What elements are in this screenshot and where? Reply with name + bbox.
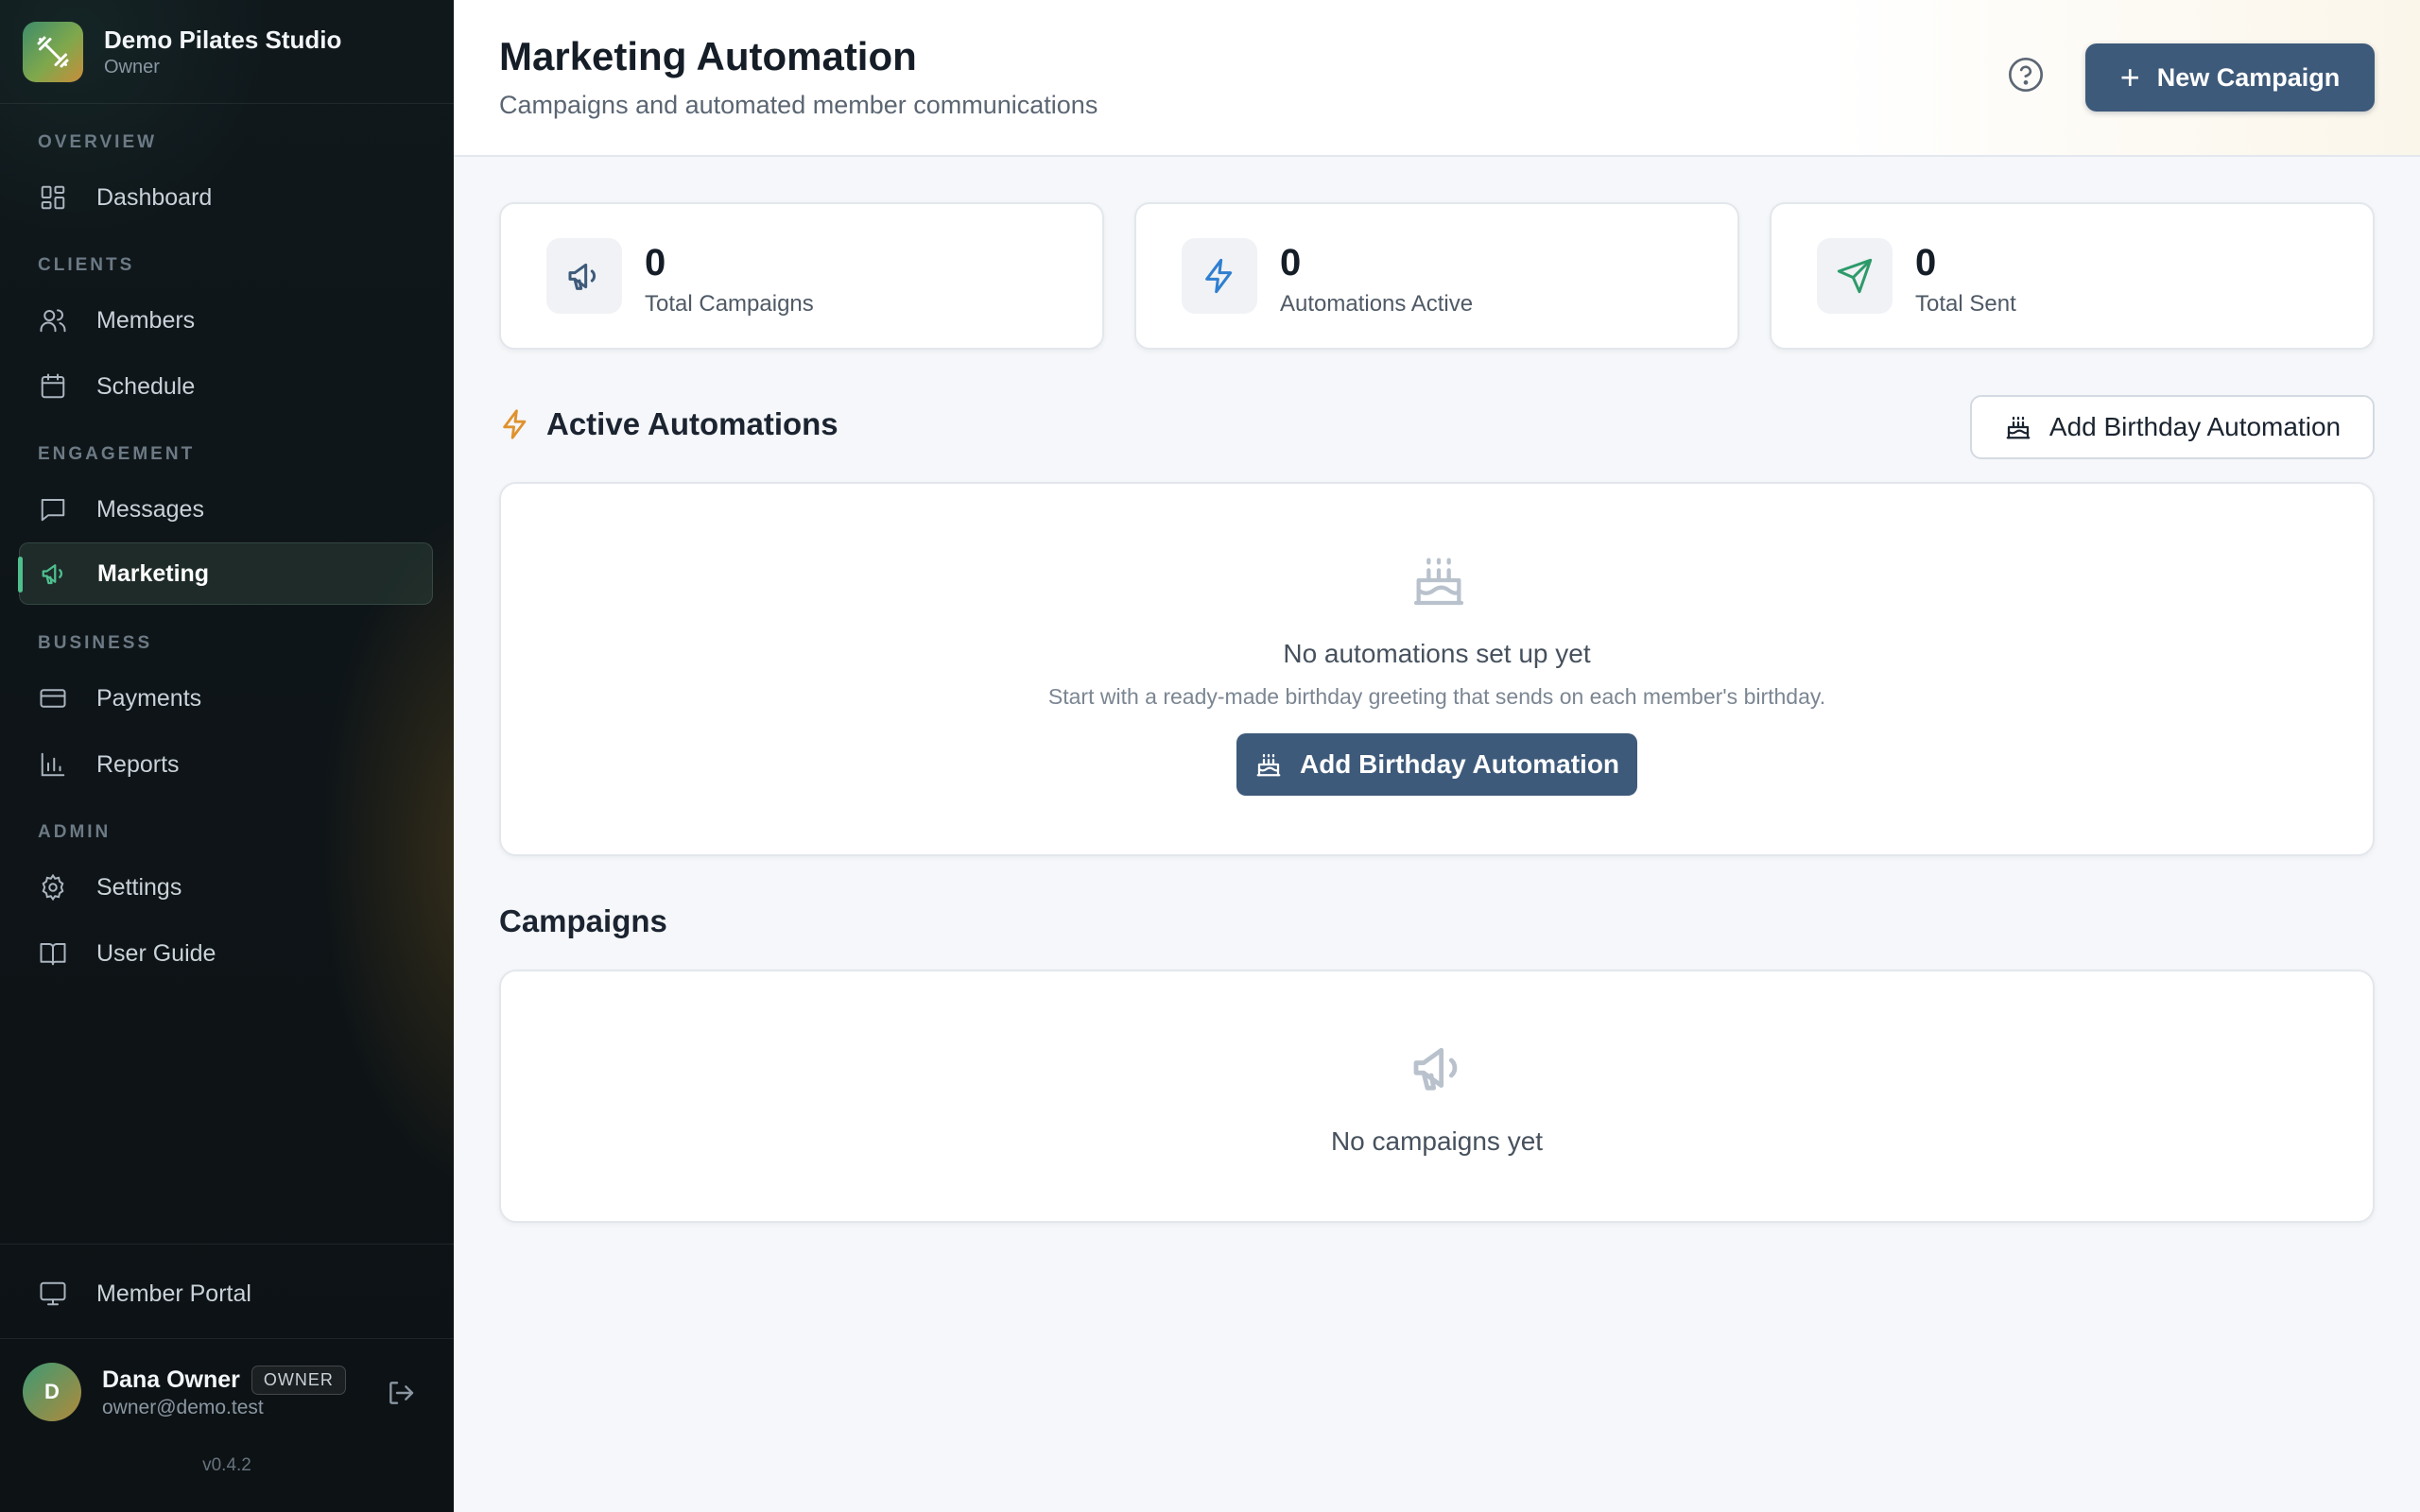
calendar-icon xyxy=(38,371,68,402)
section-admin: ADMIN xyxy=(38,822,112,842)
cake-icon xyxy=(1409,550,1469,610)
message-square-icon xyxy=(38,494,68,524)
megaphone-icon xyxy=(546,238,622,314)
credit-card-icon xyxy=(38,683,68,713)
brand-header[interactable]: Demo Pilates Studio Owner xyxy=(0,0,454,104)
button-label: Add Birthday Automation xyxy=(2048,412,2342,441)
user-profile[interactable]: D Dana Owner OWNER owner@demo.test xyxy=(23,1361,429,1423)
stat-label: Automations Active xyxy=(1280,291,1474,317)
nav-item-members[interactable]: Members xyxy=(19,289,433,352)
campaigns-header: Campaigns xyxy=(499,903,667,939)
studio-role: Owner xyxy=(104,56,160,77)
empty-title: No automations set up yet xyxy=(1283,639,1591,668)
cake-icon xyxy=(2004,413,2032,441)
role-badge: OWNER xyxy=(251,1365,346,1395)
help-icon xyxy=(2007,56,2045,98)
users-icon xyxy=(38,305,68,335)
section-title: Active Automations xyxy=(546,406,838,441)
stat-card-total-campaigns: 0 Total Campaigns xyxy=(499,202,1104,350)
lightning-icon xyxy=(1182,238,1257,314)
nav-label: Payments xyxy=(96,684,202,712)
page-header: Marketing Automation Campaigns and autom… xyxy=(454,0,2420,157)
nav-label: Members xyxy=(96,306,196,334)
campaigns-empty-panel: No campaigns yet xyxy=(499,970,2375,1223)
automations-header: Active Automations xyxy=(499,406,838,442)
stat-value: 0 xyxy=(645,242,666,284)
stat-label: Total Sent xyxy=(1915,291,2016,317)
page-subtitle: Campaigns and automated member communica… xyxy=(499,91,1098,119)
empty-title: No campaigns yet xyxy=(1330,1126,1544,1156)
section-clients: CLIENTS xyxy=(38,255,135,275)
dashboard-icon xyxy=(38,182,68,213)
section-title: Campaigns xyxy=(499,903,667,938)
nav-label: Marketing xyxy=(97,559,210,587)
nav-label: Dashboard xyxy=(96,183,213,211)
monitor-icon xyxy=(38,1279,68,1309)
nav-label: Member Portal xyxy=(96,1280,251,1307)
nav-item-dashboard[interactable]: Dashboard xyxy=(19,166,433,229)
avatar: D xyxy=(23,1363,81,1421)
plus-icon: + xyxy=(2119,58,2140,96)
nav-item-member-portal[interactable]: Member Portal xyxy=(19,1263,433,1325)
logout-button[interactable] xyxy=(382,1376,420,1414)
studio-name: Demo Pilates Studio xyxy=(104,25,342,54)
nav-item-settings[interactable]: Settings xyxy=(19,856,433,919)
new-campaign-label: New Campaign xyxy=(2156,62,2341,92)
nav-label: Reports xyxy=(96,750,180,778)
add-birthday-automation-button[interactable]: Add Birthday Automation xyxy=(1970,395,2375,459)
nav-item-user-guide[interactable]: User Guide xyxy=(19,922,433,985)
section-overview: OVERVIEW xyxy=(38,132,158,152)
add-birthday-automation-button[interactable]: Add Birthday Automation xyxy=(1236,733,1637,796)
nav-item-marketing[interactable]: Marketing xyxy=(18,542,433,605)
help-button[interactable] xyxy=(2006,57,2046,96)
stat-value: 0 xyxy=(1280,242,1302,284)
section-business: BUSINESS xyxy=(38,633,153,653)
new-campaign-button[interactable]: + New Campaign xyxy=(2085,43,2375,112)
cake-icon xyxy=(1254,750,1283,779)
automations-empty-panel: No automations set up yet Start with a r… xyxy=(499,482,2375,856)
sidebar-divider xyxy=(0,1338,454,1339)
bar-chart-icon xyxy=(38,749,68,780)
section-engagement: ENGAGEMENT xyxy=(38,444,196,464)
nav-item-payments[interactable]: Payments xyxy=(19,667,433,730)
send-icon xyxy=(1817,238,1893,314)
page-title: Marketing Automation xyxy=(499,34,917,78)
stat-card-automations-active: 0 Automations Active xyxy=(1134,202,1739,350)
user-name: Dana Owner xyxy=(102,1366,240,1393)
button-label: Add Birthday Automation xyxy=(1299,749,1620,779)
megaphone-icon xyxy=(1409,1038,1469,1098)
sidebar: Demo Pilates Studio Owner OVERVIEW Dashb… xyxy=(0,0,454,1512)
stat-value: 0 xyxy=(1915,242,1937,284)
user-email: owner@demo.test xyxy=(102,1396,264,1418)
lightning-icon xyxy=(499,408,531,440)
logout-icon xyxy=(386,1378,416,1413)
stat-card-total-sent: 0 Total Sent xyxy=(1770,202,2375,350)
gear-icon xyxy=(38,872,68,902)
empty-description: Start with a ready-made birthday greetin… xyxy=(1047,684,1826,709)
nav-item-messages[interactable]: Messages xyxy=(19,478,433,541)
stat-label: Total Campaigns xyxy=(645,291,814,317)
sidebar-divider xyxy=(0,1244,454,1245)
book-icon xyxy=(38,938,68,969)
nav-label: Settings xyxy=(96,873,182,901)
megaphone-icon xyxy=(39,558,69,589)
nav-label: User Guide xyxy=(96,939,216,967)
nav-label: Messages xyxy=(96,495,204,523)
dumbbell-icon xyxy=(23,21,83,82)
app-version: v0.4.2 xyxy=(202,1455,251,1475)
nav-item-schedule[interactable]: Schedule xyxy=(19,355,433,418)
nav-item-reports[interactable]: Reports xyxy=(19,733,433,796)
nav-label: Schedule xyxy=(96,372,196,400)
